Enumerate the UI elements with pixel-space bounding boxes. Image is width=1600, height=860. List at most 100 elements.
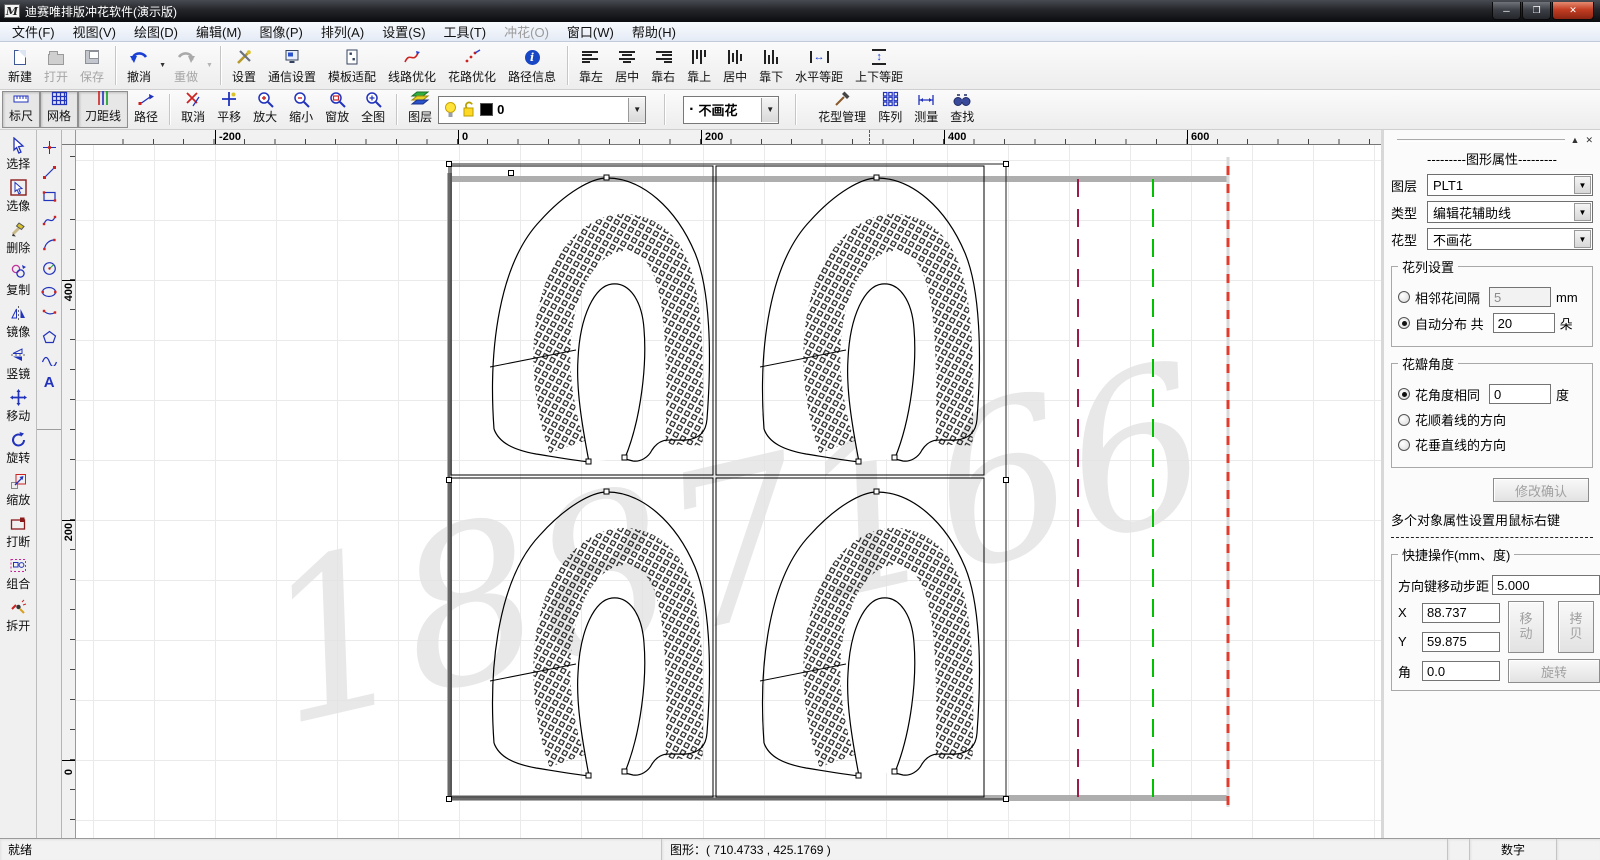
settings-button[interactable]: 设置: [226, 43, 262, 88]
along-line-row: 花顺着线的方向: [1398, 410, 1586, 429]
vmirror-tool[interactable]: 竖镜: [0, 343, 36, 385]
mirror-tool[interactable]: 镜像: [0, 301, 36, 343]
zoom-in-button[interactable]: 放大: [247, 91, 283, 128]
select-image-tool[interactable]: 选像: [0, 175, 36, 217]
y-input[interactable]: [1422, 632, 1500, 652]
layer-select[interactable]: PLT1 ▼: [1427, 174, 1593, 196]
copy-tool[interactable]: 复制: [0, 259, 36, 301]
align-bottom-button[interactable]: 靠下: [753, 43, 789, 88]
angle-input[interactable]: [1422, 661, 1500, 681]
delete-tool[interactable]: 删除: [0, 217, 36, 259]
find-button[interactable]: 查找: [944, 91, 980, 128]
menu-image[interactable]: 图像(P): [251, 21, 312, 42]
v-equal-spacing-button[interactable]: ↕ 上下等距: [849, 43, 909, 88]
zoom-window-button[interactable]: 窗放: [319, 91, 355, 128]
type-select[interactable]: 编辑花辅助线 ▼: [1427, 201, 1593, 223]
layer-select-dropdown[interactable]: ▼: [1574, 176, 1591, 194]
align-vcenter-button[interactable]: 居中: [717, 43, 753, 88]
select-tool[interactable]: 选择: [0, 133, 36, 175]
measure-button[interactable]: 测量: [908, 91, 944, 128]
align-right-button[interactable]: 靠右: [645, 43, 681, 88]
cancel-button[interactable]: 取消: [175, 91, 211, 128]
same-angle-radio[interactable]: [1398, 388, 1410, 400]
flower-optimize-button[interactable]: 花路优化: [442, 43, 502, 88]
auto-distribute-input[interactable]: [1493, 313, 1555, 333]
template-fit-button[interactable]: 模板适配: [322, 43, 382, 88]
point-tool[interactable]: [37, 135, 61, 160]
zoom-all-button[interactable]: 全图: [355, 91, 391, 128]
menu-arrange[interactable]: 排列(A): [312, 21, 373, 42]
flower-type-label: 花型: [1391, 230, 1427, 249]
ruler-toggle[interactable]: 标尺: [2, 91, 40, 128]
same-angle-input[interactable]: [1489, 384, 1551, 404]
arc2-tool[interactable]: [37, 303, 61, 325]
menu-view[interactable]: 视图(V): [64, 21, 125, 42]
layers-icon: [410, 90, 430, 108]
path-info-button[interactable]: i 路径信息: [502, 43, 562, 88]
layer-combo-dropdown[interactable]: ▼: [628, 98, 645, 122]
panel-grip[interactable]: [1397, 139, 1565, 142]
knife-line-toggle[interactable]: 刀距线: [78, 91, 128, 128]
restore-button[interactable]: ❐: [1522, 2, 1551, 20]
align-left-button[interactable]: 靠左: [573, 43, 609, 88]
text-tool[interactable]: A: [37, 371, 61, 395]
undo-button[interactable]: 撤消: [121, 43, 157, 88]
minimize-button[interactable]: ─: [1492, 2, 1521, 20]
rotate-tool[interactable]: 旋转: [0, 427, 36, 469]
zoom-out-button[interactable]: 缩小: [283, 91, 319, 128]
layer-color-combo[interactable]: 0 ▼: [438, 96, 646, 124]
close-button[interactable]: ✕: [1552, 2, 1594, 20]
pattern-manage-button[interactable]: 花型管理: [812, 91, 872, 128]
grid-toggle[interactable]: 网格: [40, 91, 78, 128]
move-tool[interactable]: 移动: [0, 385, 36, 427]
menu-file[interactable]: 文件(F): [3, 21, 64, 42]
curve-tool[interactable]: [37, 208, 61, 232]
comm-settings-button[interactable]: 通信设置: [262, 43, 322, 88]
spline-tool[interactable]: [37, 349, 61, 371]
ellipse-tool[interactable]: [37, 281, 61, 303]
pan-button[interactable]: 平移: [211, 91, 247, 128]
menu-help[interactable]: 帮助(H): [623, 21, 685, 42]
h-equal-spacing-button[interactable]: ↔ 水平等距: [789, 43, 849, 88]
x-input[interactable]: [1422, 603, 1500, 623]
menu-settings[interactable]: 设置(S): [373, 21, 434, 42]
menu-tools[interactable]: 工具(T): [435, 21, 496, 42]
panel-close-button[interactable]: ✕: [1585, 135, 1593, 145]
rectangle-tool[interactable]: [37, 185, 61, 208]
align-hcenter-button[interactable]: 居中: [609, 43, 645, 88]
undo-dropdown[interactable]: ▼: [159, 62, 166, 69]
menu-draw[interactable]: 绘图(D): [125, 21, 187, 42]
menu-window[interactable]: 窗口(W): [558, 21, 623, 42]
scale-tool[interactable]: 缩放: [0, 469, 36, 511]
along-line-radio[interactable]: [1398, 414, 1410, 426]
break-tool[interactable]: 打断: [0, 511, 36, 553]
ungroup-tool[interactable]: 拆开: [0, 595, 36, 637]
circle-tool[interactable]: [37, 256, 61, 281]
panel-collapse-button[interactable]: ▲: [1571, 135, 1580, 145]
line-tool[interactable]: [37, 160, 61, 185]
shoe-pattern[interactable]: [490, 175, 709, 464]
perpendicular-radio[interactable]: [1398, 439, 1410, 451]
line-optimize-button[interactable]: 线路优化: [382, 43, 442, 88]
arc-tool[interactable]: [37, 232, 61, 256]
canvas-drawing[interactable]: 1887166: [76, 145, 1381, 838]
group-tool[interactable]: 组合: [0, 553, 36, 595]
drawing-viewport[interactable]: 1887166: [76, 145, 1381, 838]
polygon-tool[interactable]: [37, 325, 61, 349]
flower-select[interactable]: 不画花 ▼: [1427, 228, 1593, 250]
type-select-dropdown[interactable]: ▼: [1574, 203, 1591, 221]
adjacent-spacing-radio[interactable]: [1398, 291, 1410, 303]
auto-distribute-radio[interactable]: [1398, 317, 1410, 329]
array-button[interactable]: 阵列: [872, 91, 908, 128]
step-input[interactable]: [1492, 575, 1600, 595]
vertical-ruler[interactable]: 400 200 0: [62, 145, 76, 838]
new-button[interactable]: 新建: [2, 43, 38, 88]
flower-combo[interactable]: · 不画花 ▼: [683, 96, 779, 124]
menu-edit[interactable]: 编辑(M): [187, 21, 251, 42]
align-top-button[interactable]: 靠上: [681, 43, 717, 88]
path-toggle[interactable]: 路径: [128, 91, 164, 128]
horizontal-ruler[interactable]: -200 0 200 400 600: [76, 130, 1381, 145]
flower-select-dropdown[interactable]: ▼: [1574, 230, 1591, 248]
layer-button[interactable]: 图层: [402, 91, 438, 128]
flower-combo-dropdown[interactable]: ▼: [761, 98, 778, 122]
